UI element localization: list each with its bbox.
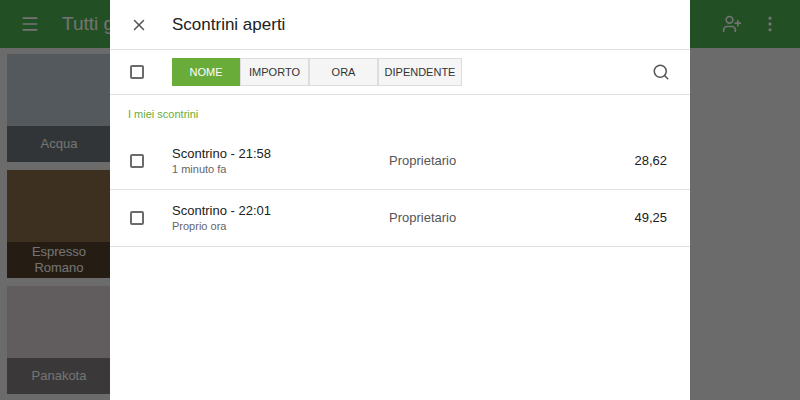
ticket-row[interactable]: Scontrino - 22:01Proprio oraProprietario… [110,190,690,247]
ticket-row[interactable]: Scontrino - 21:581 minuto faProprietario… [110,133,690,190]
close-icon[interactable] [130,16,148,34]
sort-button[interactable]: NOME [172,58,240,86]
ticket-employee: Proprietario [389,208,456,228]
ticket-employee: Proprietario [389,151,456,171]
ticket-checkbox[interactable] [130,154,144,168]
app-screen: Tutti gAcquaEspresso RomanoPanakotaScont… [0,0,800,400]
select-all-checkbox[interactable] [130,65,144,79]
search-icon[interactable] [652,63,670,81]
section-header: I miei scontrini [110,95,690,133]
sort-toolbar: NOMEIMPORTOORADIPENDENTE [110,50,690,95]
sort-button[interactable]: DIPENDENTE [378,58,462,86]
dialog-header: Scontrini aperti [110,0,690,50]
ticket-checkbox[interactable] [130,211,144,225]
ticket-time: Proprio ora [172,219,389,234]
ticket-time: 1 minuto fa [172,162,389,177]
ticket-name: Scontrino - 21:58 [172,145,389,162]
ticket-amount: 28,62 [634,151,667,171]
ticket-name: Scontrino - 22:01 [172,202,389,219]
sort-button[interactable]: ORA [309,58,378,86]
sort-button[interactable]: IMPORTO [240,58,309,86]
dialog-title: Scontrini aperti [172,12,285,38]
ticket-amount: 49,25 [634,208,667,228]
open-tickets-dialog: Scontrini aperti NOMEIMPORTOORADIPENDENTE… [110,0,690,400]
